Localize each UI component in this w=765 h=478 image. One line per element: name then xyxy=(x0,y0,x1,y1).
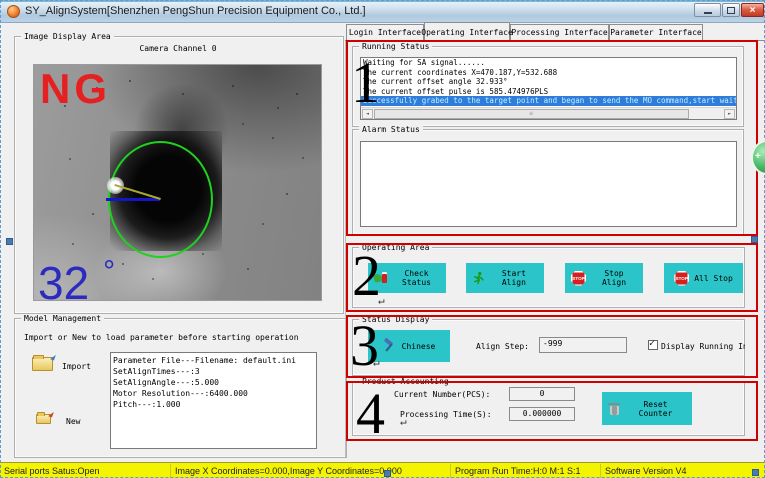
log-line: Waiting for SA signal...... xyxy=(361,58,736,68)
start-align-button[interactable]: Start Align xyxy=(466,263,544,293)
scroll-right-icon[interactable]: ► xyxy=(724,109,735,119)
current-number-field[interactable]: 0 xyxy=(509,387,575,401)
app-window: SY_AlignSystem[Shenzhen PengShun Precisi… xyxy=(0,0,765,478)
status-bar-divider xyxy=(170,464,171,478)
align-step-field[interactable]: -999 xyxy=(539,337,627,353)
maximize-button[interactable] xyxy=(722,3,740,17)
check-status-label: Check Status xyxy=(393,269,440,287)
status-display-group-label: Status Display xyxy=(359,315,432,324)
align-step-label: Align Step: xyxy=(476,342,529,351)
parameter-line: Motor Resolution---:6400.000 xyxy=(113,388,314,399)
alarm-status-log[interactable] xyxy=(360,141,737,227)
alarm-status-group-label: Alarm Status xyxy=(359,125,423,134)
log-line: The current offset angle 32.933° xyxy=(361,77,736,87)
angle-value: 32 xyxy=(38,257,89,301)
camera-image: NG 32 ° xyxy=(33,64,322,301)
all-stop-button[interactable]: STOP All Stop xyxy=(664,263,743,293)
running-status-group: Running Status Waiting for SA signal....… xyxy=(352,46,744,127)
minimize-button[interactable] xyxy=(694,3,721,17)
trash-icon xyxy=(608,402,620,416)
result-overlay-ng: NG xyxy=(40,65,111,113)
check-status-button[interactable]: Check Status xyxy=(368,263,446,293)
serial-port-status: Serial ports Satus:Open xyxy=(4,466,100,476)
log-line: The current coordinates X=470.187,Y=532.… xyxy=(361,68,736,78)
hand-device-icon xyxy=(374,271,388,285)
new-folder-icon[interactable] xyxy=(36,414,51,424)
status-bar-divider xyxy=(450,464,451,478)
maximize-icon xyxy=(727,7,735,14)
status-bar: Serial ports Satus:Open Image X Coordina… xyxy=(0,462,765,478)
status-bar-divider xyxy=(600,464,601,478)
check-icon: ✓ xyxy=(649,338,655,349)
parameter-line: SetAlignTimes---:3 xyxy=(113,366,314,377)
selection-handle-left[interactable] xyxy=(6,238,13,245)
image-coordinates-status: Image X Coordinates=0.000,Image Y Coordi… xyxy=(175,466,402,476)
degree-symbol: ° xyxy=(103,255,115,288)
processing-time-label: Processing Time(S): xyxy=(400,410,492,419)
scroll-left-icon[interactable]: ◄ xyxy=(362,109,373,119)
stop-sign-icon: STOP xyxy=(571,271,586,286)
reference-line-overlay xyxy=(106,198,160,201)
image-display-group-label: Image Display Area xyxy=(21,32,114,41)
selection-handle-bottom-right[interactable] xyxy=(752,469,759,476)
import-folder-icon[interactable] xyxy=(32,357,53,371)
processing-time-field[interactable]: 0.000000 xyxy=(509,407,575,421)
minimize-icon xyxy=(704,12,712,14)
stop-align-label: Stop Align xyxy=(591,269,637,287)
tab-pane-border xyxy=(345,40,764,41)
parameter-line: SetAlignAngle---:5.000 xyxy=(113,377,314,388)
running-status-log[interactable]: Waiting for SA signal...... The current … xyxy=(360,57,737,120)
model-management-group-label: Model Management xyxy=(21,314,104,323)
tab-login-interface[interactable]: Login Interface xyxy=(346,24,424,40)
operating-area-group-label: Operating Area xyxy=(359,243,432,252)
log-line-highlighted: Successfully grabed to the target point … xyxy=(361,96,736,106)
selection-handle-right[interactable] xyxy=(751,236,758,243)
new-button[interactable]: New xyxy=(66,417,80,426)
close-button[interactable]: × xyxy=(741,3,764,17)
image-speckles xyxy=(34,65,36,67)
parameter-line: Pitch---:1.000 xyxy=(113,399,314,410)
current-number-label: Current Number(PCS): xyxy=(394,390,490,399)
tab-operating-interface[interactable]: Operating Interface xyxy=(424,22,510,41)
stop-sign-icon: STOP xyxy=(674,271,689,286)
reset-counter-button[interactable]: Reset Counter xyxy=(602,392,692,425)
product-accounting-group-label: Product Accounting xyxy=(359,377,452,386)
start-align-label: Start Align xyxy=(490,269,538,287)
tab-parameter-interface[interactable]: Parameter Interface xyxy=(609,24,703,40)
software-version-status: Software Version V4 xyxy=(605,466,687,476)
cursor-ball-icon: + xyxy=(751,140,765,175)
display-running-info-label: Display Running Informatio xyxy=(661,342,745,351)
reset-counter-label: Reset Counter xyxy=(625,400,686,418)
log-horizontal-scrollbar[interactable]: ◄ ≡ ► xyxy=(361,107,736,119)
language-toggle-button[interactable]: Chinese xyxy=(368,330,450,362)
selection-handle-bottom[interactable] xyxy=(384,470,391,477)
camera-channel-label: Camera Channel 0 xyxy=(14,44,342,53)
window-title: SY_AlignSystem[Shenzhen PengShun Precisi… xyxy=(25,5,366,17)
model-management-hint: Import or New to load parameter before s… xyxy=(24,333,299,342)
alarm-status-group: Alarm Status xyxy=(352,129,744,235)
scrollbar-thumb[interactable]: ≡ xyxy=(374,109,689,119)
display-running-info-checkbox[interactable]: ✓ xyxy=(648,340,658,350)
parameter-line: Parameter File---Filename: default.ini xyxy=(113,355,314,366)
language-button-label: Chinese xyxy=(402,342,436,351)
parameter-textbox[interactable]: Parameter File---Filename: default.ini S… xyxy=(110,352,317,449)
title-bar: SY_AlignSystem[Shenzhen PengShun Precisi… xyxy=(0,0,765,23)
import-button[interactable]: Import xyxy=(62,362,91,371)
all-stop-label: All Stop xyxy=(694,274,733,283)
program-run-time-status: Program Run Time:H:0 M:1 S:1 xyxy=(455,466,581,476)
tab-processing-interface[interactable]: Processing Interface xyxy=(510,24,609,40)
running-status-group-label: Running Status xyxy=(359,42,432,51)
angle-overlay: 32 ° xyxy=(38,255,115,301)
hammer-icon xyxy=(383,339,397,353)
stop-align-button[interactable]: STOP Stop Align xyxy=(565,263,643,293)
tab-pane-left-border xyxy=(345,40,346,457)
close-icon: × xyxy=(750,5,756,16)
log-line: The current offset pulse is 585.474976PL… xyxy=(361,87,736,97)
app-icon xyxy=(7,5,20,18)
running-man-icon xyxy=(472,271,485,286)
